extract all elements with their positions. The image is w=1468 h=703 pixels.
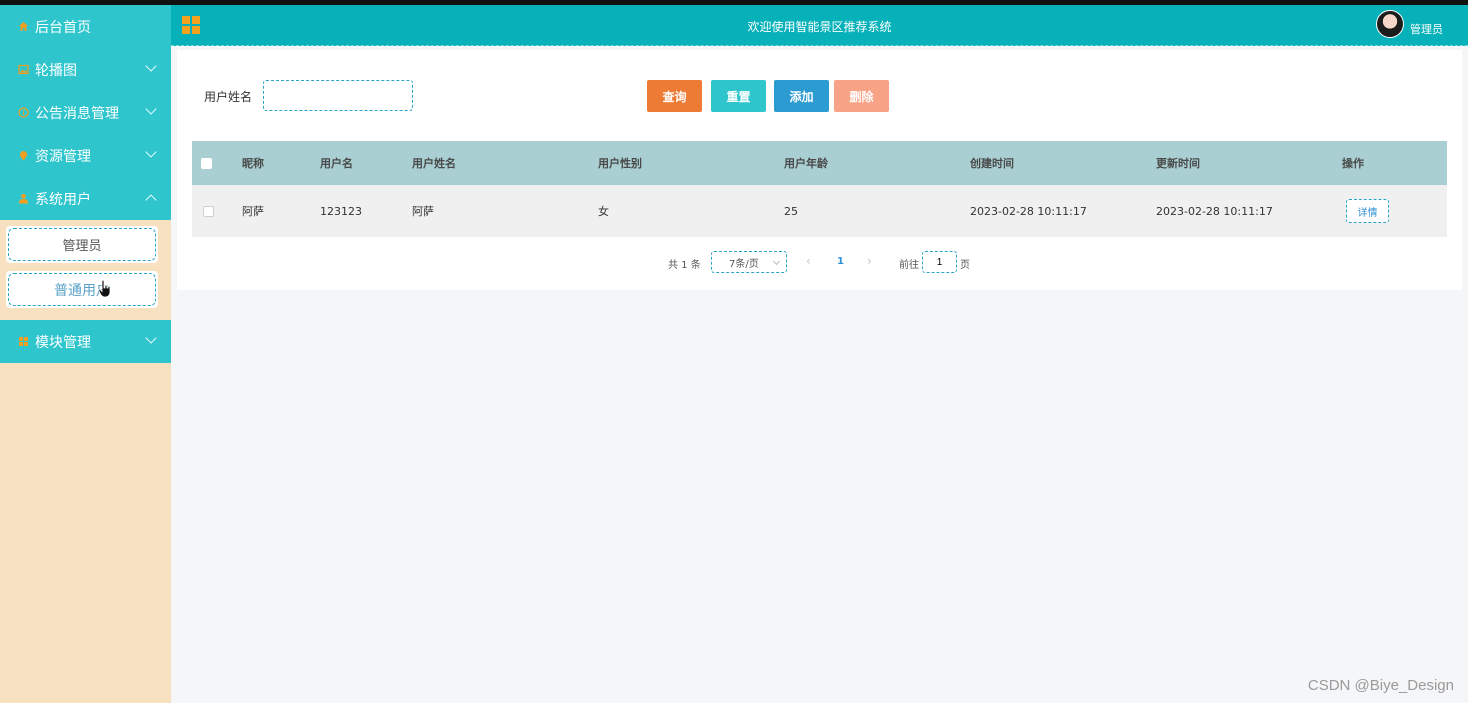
submenu-item-regular-users[interactable]: 普通用户 bbox=[8, 273, 156, 306]
search-label: 用户姓名 bbox=[204, 90, 253, 104]
sidebar-item-label: 资源管理 bbox=[35, 148, 91, 165]
query-button[interactable]: 查询 bbox=[647, 80, 702, 112]
goto-page-input[interactable] bbox=[922, 251, 957, 273]
sidebar: 后台首页 轮播图 公告消息管理 资源管理 系统用户 管理员 普通用户 模块管理 bbox=[0, 5, 171, 703]
column-header: 创建时间 bbox=[970, 157, 1014, 170]
pagination: 共 1 条 7条/页 ‹ 1 › 前往 页 bbox=[177, 250, 1462, 274]
cell-updated: 2023-02-28 10:11:17 bbox=[1156, 204, 1273, 218]
hand-cursor-icon bbox=[98, 280, 111, 298]
sidebar-item-system-users[interactable]: 系统用户 bbox=[0, 177, 171, 220]
cell-nickname: 阿萨 bbox=[242, 205, 264, 218]
cell-age: 25 bbox=[784, 204, 798, 218]
info-icon bbox=[17, 107, 29, 119]
column-header: 操作 bbox=[1342, 157, 1364, 170]
page-size-select[interactable]: 7条/页 bbox=[711, 251, 787, 273]
cell-gender: 女 bbox=[598, 205, 609, 218]
header-username[interactable]: 管理员 bbox=[1410, 21, 1443, 37]
main-panel: 用户姓名 查询 重置 添加 删除 昵称 用户名 用户姓名 用户性别 用户年龄 创… bbox=[177, 50, 1462, 290]
submenu-item-admin[interactable]: 管理员 bbox=[8, 228, 156, 261]
chevron-down-icon bbox=[145, 60, 157, 72]
search-input[interactable] bbox=[263, 80, 413, 111]
location-icon bbox=[17, 150, 29, 162]
top-header: 欢迎使用智能景区推荐系统 管理员 bbox=[171, 5, 1468, 46]
column-header: 更新时间 bbox=[1156, 157, 1200, 170]
column-header: 用户姓名 bbox=[412, 157, 456, 170]
add-button[interactable]: 添加 bbox=[774, 80, 829, 112]
prev-page-button[interactable]: ‹ bbox=[806, 254, 811, 268]
sidebar-item-home[interactable]: 后台首页 bbox=[0, 5, 171, 48]
system-users-submenu: 管理员 普通用户 bbox=[0, 220, 171, 320]
home-icon bbox=[17, 21, 29, 33]
column-header: 用户名 bbox=[320, 157, 353, 170]
watermark: CSDN @Biye_Design bbox=[1307, 677, 1454, 694]
sidebar-item-label: 系统用户 bbox=[35, 191, 91, 208]
sidebar-item-label: 轮播图 bbox=[35, 62, 77, 79]
chevron-down-icon bbox=[772, 257, 781, 266]
sidebar-item-modules[interactable]: 模块管理 bbox=[0, 320, 171, 363]
image-icon bbox=[17, 64, 29, 76]
page-unit-label: 页 bbox=[960, 260, 970, 271]
sidebar-item-notices[interactable]: 公告消息管理 bbox=[0, 91, 171, 134]
sidebar-item-label: 模块管理 bbox=[35, 334, 91, 351]
column-header: 昵称 bbox=[242, 157, 264, 170]
cell-realname: 阿萨 bbox=[412, 205, 434, 218]
sidebar-item-label: 后台首页 bbox=[35, 19, 91, 36]
column-header: 用户年龄 bbox=[784, 157, 828, 170]
avatar[interactable] bbox=[1376, 10, 1404, 38]
sidebar-item-carousel[interactable]: 轮播图 bbox=[0, 48, 171, 91]
chevron-down-icon bbox=[145, 332, 157, 344]
detail-button[interactable]: 详情 bbox=[1346, 199, 1389, 223]
total-count: 共 1 条 bbox=[668, 260, 701, 271]
chevron-up-icon bbox=[145, 194, 157, 206]
column-header: 用户性别 bbox=[598, 157, 642, 170]
sidebar-item-resources[interactable]: 资源管理 bbox=[0, 134, 171, 177]
cell-created: 2023-02-28 10:11:17 bbox=[970, 204, 1087, 218]
page-number[interactable]: 1 bbox=[837, 256, 844, 267]
module-icon bbox=[17, 336, 29, 348]
next-page-button[interactable]: › bbox=[867, 254, 872, 268]
chevron-down-icon bbox=[145, 146, 157, 158]
select-all-checkbox[interactable] bbox=[201, 157, 212, 169]
cell-username: 123123 bbox=[320, 204, 362, 218]
reset-button[interactable]: 重置 bbox=[711, 80, 766, 112]
table-row: 阿萨 123123 阿萨 女 25 2023-02-28 10:11:17 20… bbox=[192, 185, 1447, 237]
sidebar-item-label: 公告消息管理 bbox=[35, 105, 119, 122]
chevron-down-icon bbox=[145, 103, 157, 115]
goto-label: 前往 bbox=[899, 260, 919, 271]
delete-button[interactable]: 删除 bbox=[834, 80, 889, 112]
table-header: 昵称 用户名 用户姓名 用户性别 用户年龄 创建时间 更新时间 操作 bbox=[192, 141, 1447, 185]
row-checkbox[interactable] bbox=[203, 205, 214, 217]
page-size-value: 7条/页 bbox=[729, 258, 759, 270]
users-table: 昵称 用户名 用户姓名 用户性别 用户年龄 创建时间 更新时间 操作 阿萨 12… bbox=[192, 141, 1447, 237]
user-icon bbox=[17, 193, 29, 205]
app-title: 欢迎使用智能景区推荐系统 bbox=[747, 20, 892, 34]
